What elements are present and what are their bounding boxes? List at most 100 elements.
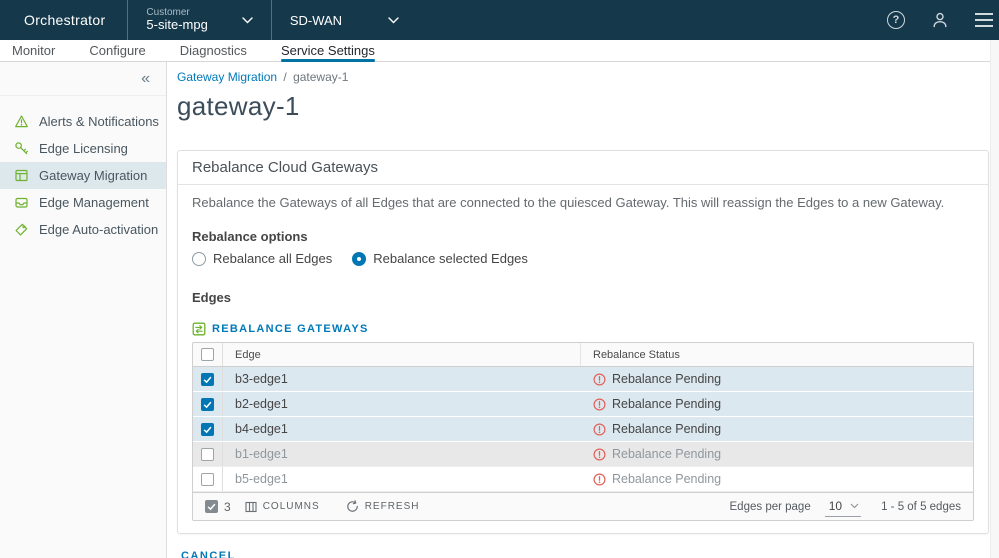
service-switcher[interactable]: SD-WAN (272, 0, 417, 40)
main-content: Gateway Migration / gateway-1 gateway-1 … (167, 62, 999, 558)
columns-button[interactable]: COLUMNS (245, 501, 320, 513)
table-row[interactable]: b1-edge1 Rebalance Pending (193, 442, 973, 467)
rebalance-card: Rebalance Cloud Gateways Rebalance the G… (177, 150, 989, 534)
sidebar-item-label: Edge Management (39, 195, 149, 210)
user-icon[interactable] (931, 11, 949, 29)
page-title: gateway-1 (177, 90, 989, 122)
nav-tab-configure[interactable]: Configure (89, 40, 145, 61)
card-description: Rebalance the Gateways of all Edges that… (192, 195, 974, 211)
row-checkbox[interactable] (201, 398, 214, 411)
columns-label: COLUMNS (263, 501, 320, 512)
row-checkbox[interactable] (201, 423, 214, 436)
rebalance-gateways-icon (192, 322, 206, 336)
column-header-rebalance-status[interactable]: Rebalance Status (581, 349, 973, 361)
row-checkbox[interactable] (201, 448, 214, 461)
table-footer: 3 COLUMNS REFRESH Edges per page (193, 492, 973, 520)
radio-label: Rebalance selected Edges (373, 251, 528, 266)
rebalance-status-text: Rebalance Pending (612, 422, 721, 436)
breadcrumb-separator: / (283, 70, 286, 84)
rebalance-status-text: Rebalance Pending (612, 372, 721, 386)
table-row[interactable]: b5-edge1 Rebalance Pending (193, 467, 973, 492)
nav-tab-service-settings[interactable]: Service Settings (281, 40, 375, 61)
edges-section-label: Edges (192, 290, 974, 306)
rebalance-options-label: Rebalance options (192, 229, 974, 245)
checkbox-cell (193, 343, 223, 366)
help-icon[interactable]: ? (887, 11, 905, 29)
edges-per-page-select[interactable]: 10 (825, 497, 861, 517)
collapse-sidebar-icon[interactable]: « (141, 71, 150, 87)
sidebar-item-alerts-notifications[interactable]: Alerts & Notifications (0, 108, 166, 135)
menu-icon[interactable] (975, 13, 993, 27)
scrollbar-track[interactable] (990, 40, 999, 558)
nav-tab-diagnostics[interactable]: Diagnostics (180, 40, 247, 61)
table-header-row: Edge Rebalance Status (193, 343, 973, 367)
refresh-icon (346, 500, 359, 513)
radio-label: Rebalance all Edges (213, 251, 332, 266)
card-title: Rebalance Cloud Gateways (178, 151, 988, 185)
edge-name: b2-edge1 (223, 392, 581, 416)
columns-icon (245, 501, 257, 513)
inbox-icon (14, 195, 29, 210)
sidebar-item-gateway-migration[interactable]: Gateway Migration (0, 162, 166, 189)
refresh-label: REFRESH (365, 501, 420, 512)
row-checkbox[interactable] (201, 473, 214, 486)
radio-unselected-icon (192, 252, 206, 266)
radio-rebalance-all-edges[interactable]: Rebalance all Edges (192, 251, 332, 266)
sidebar-collapse-row: « (0, 62, 166, 96)
pagination-range: 1 - 5 of 5 edges (881, 501, 961, 513)
radio-selected-icon (352, 252, 366, 266)
warning-icon (593, 373, 606, 386)
breadcrumb-link-gateway-migration[interactable]: Gateway Migration (177, 70, 277, 84)
table-row[interactable]: b3-edge1 Rebalance Pending (193, 367, 973, 392)
chevron-down-icon (388, 17, 399, 24)
gateway-table-icon (14, 168, 29, 183)
rebalance-options-group: Rebalance all Edges Rebalance selected E… (192, 251, 974, 266)
chevron-down-icon (850, 503, 859, 509)
sidebar-item-label: Gateway Migration (39, 168, 147, 183)
edge-name: b3-edge1 (223, 367, 581, 391)
rebalance-gateways-button[interactable]: REBALANCE GATEWAYS (192, 322, 974, 336)
checkbox-cell (193, 367, 223, 391)
sidebar-item-label: Edge Auto-activation (39, 222, 158, 237)
sidebar-item-edge-auto-activation[interactable]: Edge Auto-activation (0, 216, 166, 243)
warning-icon (593, 473, 606, 486)
customer-value: 5-site-mpg (146, 18, 207, 33)
key-icon (14, 141, 29, 156)
table-row[interactable]: b2-edge1 Rebalance Pending (193, 392, 973, 417)
breadcrumb: Gateway Migration / gateway-1 (177, 70, 989, 86)
rebalance-status-text: Rebalance Pending (612, 397, 721, 411)
sidebar-item-edge-management[interactable]: Edge Management (0, 189, 166, 216)
selected-count: 3 (224, 500, 231, 514)
rebalance-gateways-label: REBALANCE GATEWAYS (212, 323, 369, 335)
checkbox-cell (193, 467, 223, 491)
main-navbar: Monitor Configure Diagnostics Service Se… (0, 40, 999, 62)
selected-count-checkbox[interactable] (205, 500, 218, 513)
top-header: Orchestrator Customer 5-site-mpg SD-WAN … (0, 0, 999, 40)
sidebar-item-edge-licensing[interactable]: Edge Licensing (0, 135, 166, 162)
checkbox-cell (193, 417, 223, 441)
refresh-button[interactable]: REFRESH (346, 500, 420, 513)
nav-tab-monitor[interactable]: Monitor (12, 40, 55, 61)
radio-rebalance-selected-edges[interactable]: Rebalance selected Edges (352, 251, 528, 266)
service-value: SD-WAN (290, 13, 342, 28)
select-all-checkbox[interactable] (201, 348, 214, 361)
customer-switcher[interactable]: Customer 5-site-mpg (128, 0, 270, 40)
checkbox-cell (193, 392, 223, 416)
table-row[interactable]: b4-edge1 Rebalance Pending (193, 417, 973, 442)
app-brand: Orchestrator (24, 12, 105, 28)
rebalance-status-text: Rebalance Pending (612, 472, 721, 486)
warning-icon (593, 423, 606, 436)
edges-per-page-label: Edges per page (730, 501, 811, 513)
tag-icon (14, 222, 29, 237)
edge-name: b1-edge1 (223, 442, 581, 466)
edges-per-page-value: 10 (829, 499, 842, 513)
column-header-edge[interactable]: Edge (223, 343, 581, 366)
edges-table: Edge Rebalance Status b3-edge1 Rebalance… (192, 342, 974, 521)
warning-icon (593, 398, 606, 411)
chevron-down-icon (242, 17, 253, 24)
sidebar: « Alerts & Notifications Edge Licensing … (0, 62, 167, 558)
cancel-button[interactable]: CANCEL (177, 550, 236, 558)
breadcrumb-current: gateway-1 (293, 70, 348, 84)
checkbox-cell (193, 442, 223, 466)
row-checkbox[interactable] (201, 373, 214, 386)
